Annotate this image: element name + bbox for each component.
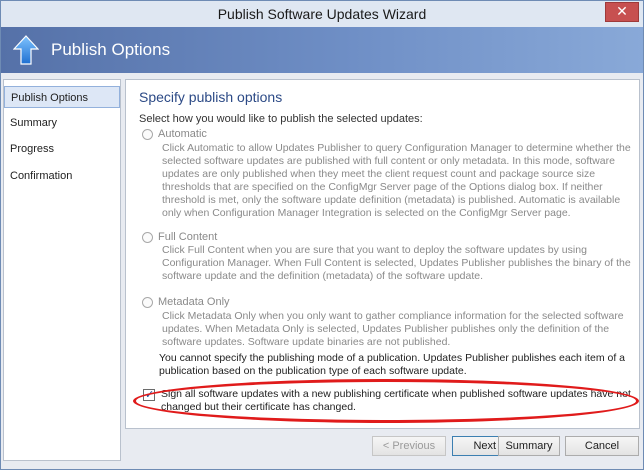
radio-automatic[interactable]: Automatic xyxy=(142,127,207,141)
sign-certificate-checkbox[interactable]: ✓ xyxy=(143,389,155,401)
title-bar[interactable]: Publish Software Updates Wizard ✕ xyxy=(1,1,643,27)
radio-circle[interactable] xyxy=(142,128,153,140)
radio-label: Automatic xyxy=(158,128,207,140)
full-content-description: Click Full Content when you are sure tha… xyxy=(162,244,631,282)
wizard-window: Publish Software Updates Wizard ✕ Publis… xyxy=(0,0,644,470)
main-panel: Specify publish options Select how you w… xyxy=(125,79,640,429)
sign-certificate-option[interactable]: ✓ Sign all software updates with a new p… xyxy=(143,388,633,414)
up-arrow-icon xyxy=(13,35,39,65)
wizard-header: Publish Options xyxy=(1,27,643,73)
nav-item-progress[interactable]: Progress xyxy=(4,138,120,160)
radio-metadata-only[interactable]: Metadata Only xyxy=(142,295,230,309)
publication-note: You cannot specify the publishing mode o… xyxy=(159,352,625,377)
radio-circle[interactable] xyxy=(142,231,153,243)
metadata-only-description: Click Metadata Only when you only want t… xyxy=(162,310,624,348)
checkmark-icon: ✓ xyxy=(145,389,155,401)
nav-item-summary[interactable]: Summary xyxy=(4,112,120,134)
close-button[interactable]: ✕ xyxy=(605,2,639,22)
radio-full-content[interactable]: Full Content xyxy=(142,230,217,244)
nav-item-publish-options[interactable]: Publish Options xyxy=(4,86,120,108)
radio-circle[interactable] xyxy=(142,296,153,308)
section-title: Specify publish options xyxy=(139,89,283,105)
radio-label: Full Content xyxy=(158,231,218,243)
wizard-nav: Publish Options Summary Progress Confirm… xyxy=(3,79,121,461)
page-title: Publish Options xyxy=(51,40,171,59)
cancel-button[interactable]: Cancel xyxy=(565,436,639,456)
previous-button[interactable]: < Previous xyxy=(372,436,446,456)
automatic-description: Click Automatic to allow Updates Publish… xyxy=(162,142,631,219)
summary-button[interactable]: Summary xyxy=(498,436,560,456)
sign-certificate-label: Sign all software updates with a new pub… xyxy=(161,388,631,413)
radio-label: Metadata Only xyxy=(158,296,230,308)
window-title: Publish Software Updates Wizard xyxy=(217,6,427,22)
nav-item-confirmation[interactable]: Confirmation xyxy=(4,165,120,187)
intro-text: Select how you would like to publish the… xyxy=(139,113,423,125)
